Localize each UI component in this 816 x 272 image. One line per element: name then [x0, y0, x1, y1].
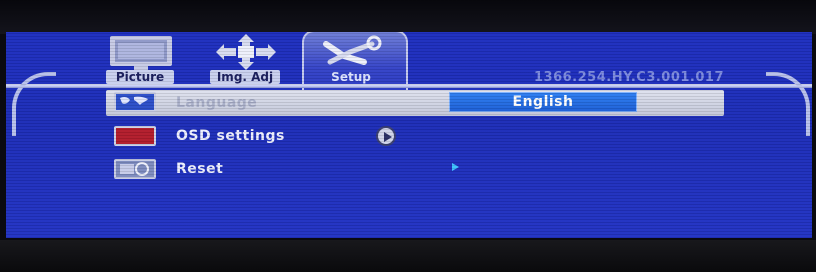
firmware-version: 1366.254.HY.C3.001.017 — [534, 70, 725, 85]
globe-icon — [114, 92, 156, 112]
monitor-bottom-bezel — [0, 240, 816, 272]
submenu-arrow-icon[interactable] — [376, 126, 396, 146]
tab-label-picture: Picture — [106, 70, 174, 84]
monitor-icon — [110, 36, 172, 71]
menu-item-reset[interactable]: Reset — [106, 157, 724, 181]
play-arrow-icon[interactable] — [452, 163, 459, 171]
reset-label: Reset — [176, 161, 224, 177]
tab-label-img-adj: Img. Adj — [210, 70, 280, 84]
move-arrows-icon — [216, 34, 276, 70]
language-value[interactable]: English — [449, 92, 637, 112]
reset-icon — [114, 159, 156, 179]
monitor-top-bezel — [0, 0, 816, 34]
tools-icon — [323, 35, 382, 65]
menu-item-osd-settings[interactable]: OSD settings — [106, 124, 724, 148]
language-label: Language — [176, 95, 258, 111]
osd-icon — [114, 126, 156, 146]
panel-top-border — [6, 84, 812, 88]
tab-strip: Picture Img. Adj Setup 1366.254.HY.C3.00… — [6, 32, 812, 92]
osd-settings-label: OSD settings — [176, 128, 285, 144]
menu-item-language[interactable]: Language English — [106, 90, 724, 116]
tab-label-setup: Setup — [331, 70, 371, 84]
osd-screen: Picture Img. Adj Setup 1366.254.HY.C3.00… — [6, 32, 812, 238]
